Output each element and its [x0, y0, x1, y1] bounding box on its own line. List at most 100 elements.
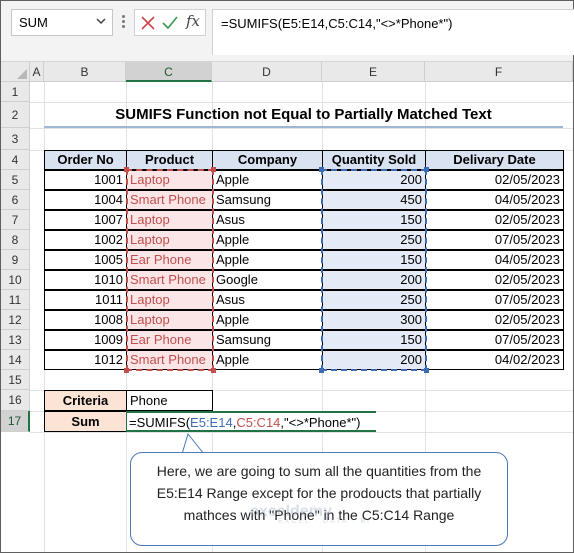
cell-company[interactable]: Asus: [212, 290, 323, 310]
enter-check-icon[interactable]: [162, 16, 178, 30]
cell-product[interactable]: Smart Phone: [126, 270, 213, 290]
cell-company[interactable]: Samsung: [212, 330, 323, 350]
cell-product[interactable]: Laptop: [126, 210, 213, 230]
cell-quantity[interactable]: 200: [322, 270, 426, 290]
row-header-13[interactable]: 13: [1, 330, 30, 350]
cell-company[interactable]: Asus: [212, 210, 323, 230]
header-company[interactable]: Company: [212, 150, 323, 170]
row-header-7[interactable]: 7: [1, 210, 30, 230]
cell-date[interactable]: 07/05/2023: [425, 230, 564, 250]
cell-company[interactable]: Samsung: [212, 190, 323, 210]
header-order-no[interactable]: Order No: [44, 150, 127, 170]
cell-date[interactable]: 02/05/2023: [425, 210, 564, 230]
cell-quantity[interactable]: 200: [322, 170, 426, 190]
cell-date[interactable]: 02/05/2023: [425, 270, 564, 290]
formula-input[interactable]: =SUMIFS(E5:E14,C5:C14,"<>*Phone*"): [212, 9, 574, 55]
range-handle[interactable]: [211, 167, 216, 172]
cell-quantity[interactable]: 300: [322, 310, 426, 330]
range-handle[interactable]: [319, 167, 324, 172]
chevron-down-icon[interactable]: [96, 14, 106, 31]
row-header-11[interactable]: 11: [1, 290, 30, 310]
function-icon[interactable]: fx: [186, 12, 200, 30]
row-header-15[interactable]: 15: [1, 370, 30, 390]
cell-company[interactable]: Apple: [212, 230, 323, 250]
column-header-e[interactable]: E: [322, 62, 425, 82]
drag-handle-icon[interactable]: [119, 13, 127, 33]
cell-product[interactable]: Laptop: [126, 290, 213, 310]
cell-order-no[interactable]: 1008: [44, 310, 127, 330]
row-header-1[interactable]: 1: [1, 82, 30, 102]
header-delivary-date[interactable]: Delivary Date: [425, 150, 564, 170]
row-header-9[interactable]: 9: [1, 250, 30, 270]
select-all-corner[interactable]: [1, 62, 30, 82]
cancel-icon[interactable]: [141, 16, 155, 30]
cell-order-no[interactable]: 1004: [44, 190, 127, 210]
cell-date[interactable]: 04/05/2023: [425, 190, 564, 210]
cell-order-no[interactable]: 1009: [44, 330, 127, 350]
cell-product[interactable]: Laptop: [126, 310, 213, 330]
cell-order-no[interactable]: 1002: [44, 230, 127, 250]
range-handle[interactable]: [211, 368, 216, 373]
range-handle[interactable]: [124, 167, 129, 172]
name-box[interactable]: SUM: [11, 9, 113, 36]
sum-formula-cell[interactable]: =SUMIFS(E5:E14,C5:C14,"<>*Phone*"): [126, 411, 376, 432]
cell-quantity[interactable]: 200: [322, 350, 426, 370]
header-product[interactable]: Product: [126, 150, 213, 170]
row-header-10[interactable]: 10: [1, 270, 30, 290]
row-header-3[interactable]: 3: [1, 128, 30, 150]
cell-order-no[interactable]: 1012: [44, 350, 127, 370]
header-quantity-sold[interactable]: Quantity Sold: [322, 150, 426, 170]
cell-product[interactable]: Ear Phone: [126, 250, 213, 270]
sum-label[interactable]: Sum: [44, 411, 127, 432]
sheet-title: SUMIFS Function not Equal to Partially M…: [44, 102, 563, 128]
row-header-2[interactable]: 2: [1, 102, 30, 128]
cell-quantity[interactable]: 150: [322, 330, 426, 350]
cell-order-no[interactable]: 1010: [44, 270, 127, 290]
cell-product[interactable]: Smart Phone: [126, 190, 213, 210]
cell-quantity[interactable]: 150: [322, 250, 426, 270]
cell-date[interactable]: 04/02/2023: [425, 350, 564, 370]
row-header-17[interactable]: 17: [1, 411, 30, 432]
row-header-6[interactable]: 6: [1, 190, 30, 210]
cell-company[interactable]: Google: [212, 270, 323, 290]
cell-product[interactable]: Smart Phone: [126, 350, 213, 370]
cell-order-no[interactable]: 1007: [44, 210, 127, 230]
cell-quantity[interactable]: 450: [322, 190, 426, 210]
column-header-f[interactable]: F: [425, 62, 573, 82]
column-header-b[interactable]: B: [44, 62, 126, 82]
range-handle[interactable]: [424, 167, 429, 172]
column-header-c[interactable]: C: [126, 62, 212, 82]
cell-quantity[interactable]: 250: [322, 230, 426, 250]
cell-date[interactable]: 02/05/2023: [425, 170, 564, 190]
cell-company[interactable]: Apple: [212, 350, 323, 370]
cell-company[interactable]: Apple: [212, 250, 323, 270]
cell-order-no[interactable]: 1005: [44, 250, 127, 270]
cell-order-no[interactable]: 1011: [44, 290, 127, 310]
cell-date[interactable]: 02/05/2023: [425, 310, 564, 330]
criteria-label[interactable]: Criteria: [44, 390, 127, 411]
row-header-12[interactable]: 12: [1, 310, 30, 330]
criteria-value[interactable]: Phone: [126, 390, 213, 411]
range-handle[interactable]: [319, 368, 324, 373]
cell-product[interactable]: Laptop: [126, 230, 213, 250]
range-handle[interactable]: [424, 368, 429, 373]
cell-product[interactable]: Laptop: [126, 170, 213, 190]
cell-date[interactable]: 07/05/2023: [425, 290, 564, 310]
row-header-16[interactable]: 16: [1, 390, 30, 411]
cell-date[interactable]: 07/05/2023: [425, 330, 564, 350]
range-handle[interactable]: [124, 368, 129, 373]
cell-order-no[interactable]: 1001: [44, 170, 127, 190]
cell-quantity[interactable]: 150: [322, 210, 426, 230]
row-header-14[interactable]: 14: [1, 350, 30, 370]
cell-company[interactable]: Apple: [212, 310, 323, 330]
cell-date[interactable]: 04/05/2023: [425, 250, 564, 270]
cell-company[interactable]: Apple: [212, 170, 323, 190]
column-header-a[interactable]: A: [30, 62, 44, 82]
column-header-d[interactable]: D: [212, 62, 322, 82]
formula-bar-area: SUM fx =SUMIFS(E5:E14,C5:C14,"<>*Phone*"…: [1, 1, 574, 62]
row-header-5[interactable]: 5: [1, 170, 30, 190]
row-header-4[interactable]: 4: [1, 150, 30, 170]
row-header-8[interactable]: 8: [1, 230, 30, 250]
cell-quantity[interactable]: 250: [322, 290, 426, 310]
cell-product[interactable]: Ear Phone: [126, 330, 213, 350]
